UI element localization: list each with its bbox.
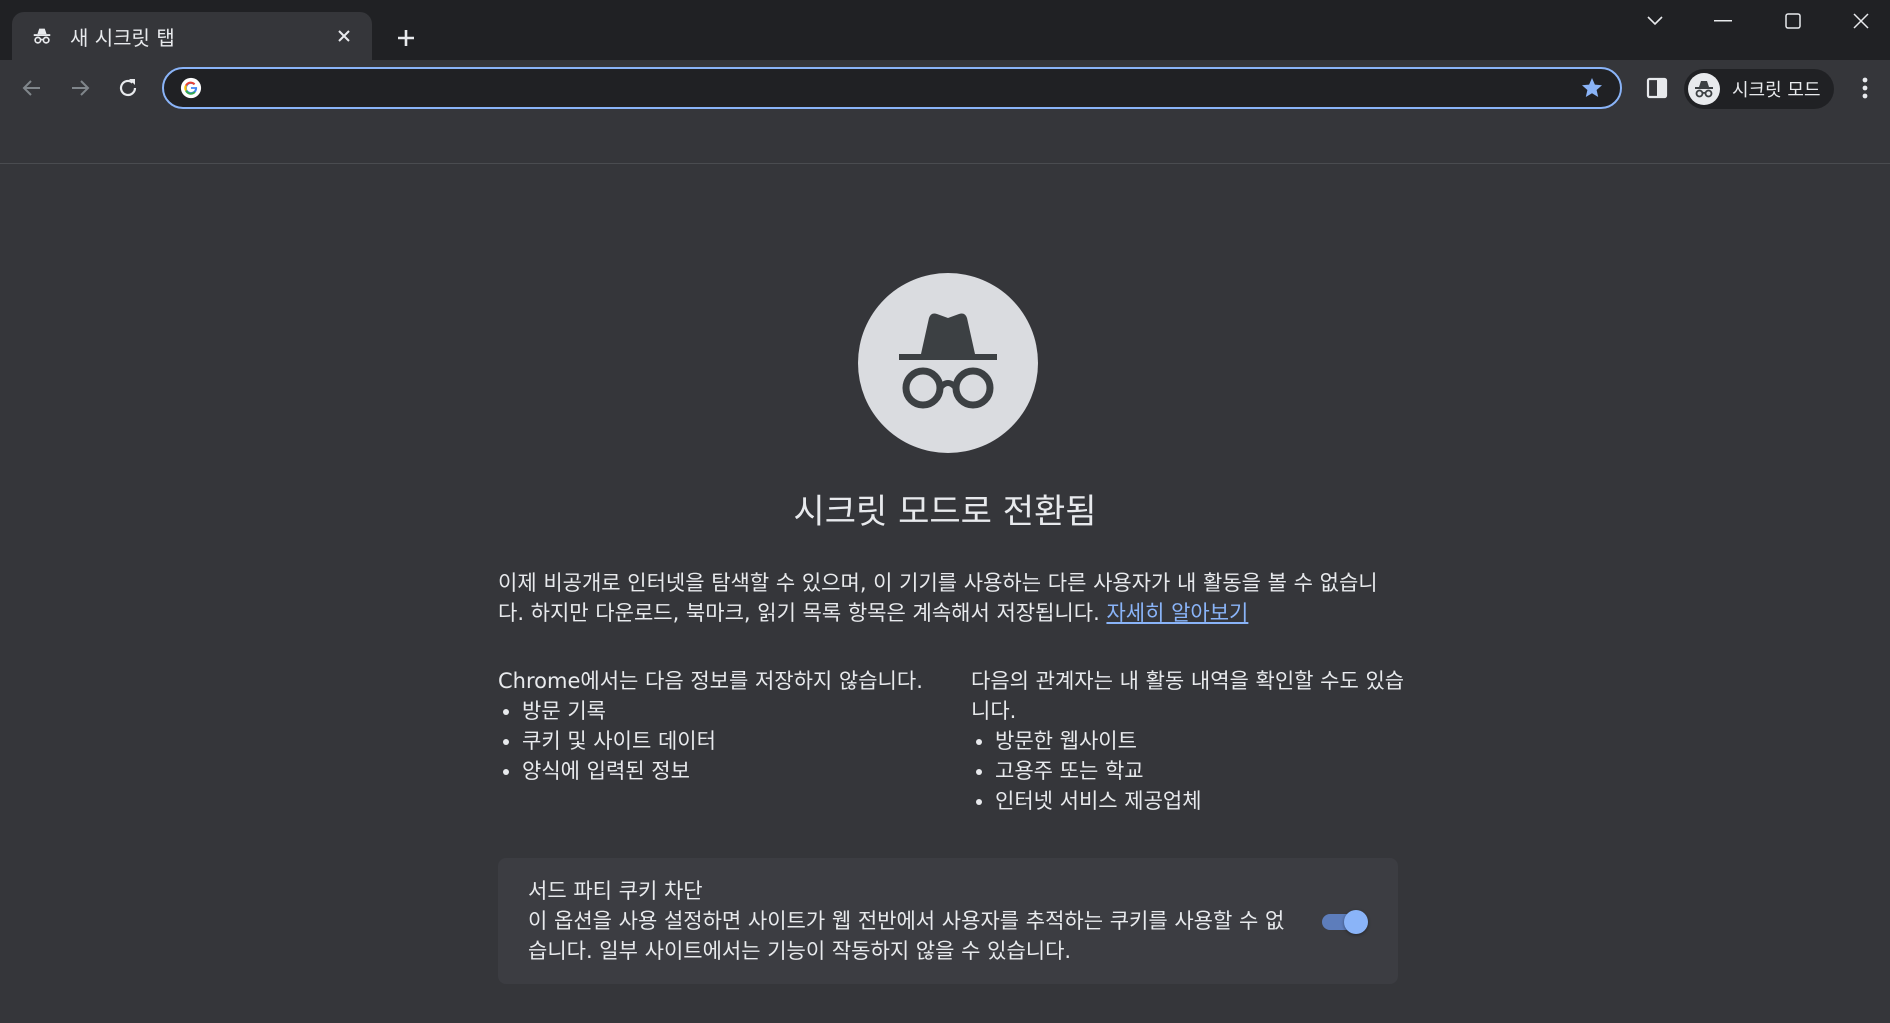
profile-label: 시크릿 모드	[1732, 80, 1821, 101]
list-item: 고용주 또는 학교	[995, 756, 1411, 786]
close-icon	[1853, 13, 1869, 29]
google-g-icon	[178, 75, 204, 101]
back-button[interactable]	[14, 70, 50, 106]
tab-search-button[interactable]	[1622, 0, 1688, 42]
reload-button[interactable]	[110, 70, 146, 106]
menu-button[interactable]	[1848, 71, 1882, 105]
list-item: 방문 기록	[522, 696, 938, 726]
cookie-card-description: 이 옵션을 사용 설정하면 사이트가 웹 전반에서 사용자를 추적하는 쿠키를 …	[528, 909, 1285, 963]
chevron-down-icon	[1647, 16, 1663, 26]
third-party-cookie-card: 서드 파티 쿠키 차단 이 옵션을 사용 설정하면 사이트가 웹 전반에서 사용…	[498, 858, 1398, 984]
cookie-card-title: 서드 파티 쿠키 차단	[528, 879, 703, 903]
omnibox-input[interactable]	[212, 70, 1578, 106]
side-panel-button[interactable]	[1640, 71, 1674, 105]
arrow-right-icon	[72, 80, 90, 96]
arrow-left-icon	[22, 80, 40, 96]
page-title: 시크릿 모드로 전환됨	[793, 492, 1097, 532]
incognito-icon	[899, 313, 997, 409]
toggle-knob	[1344, 910, 1368, 934]
plus-icon	[398, 30, 414, 46]
block-cookies-toggle[interactable]	[1320, 910, 1368, 934]
new-tab-button[interactable]	[388, 20, 424, 56]
incognito-icon	[30, 24, 54, 48]
address-bar[interactable]	[162, 67, 1622, 109]
list-item: 양식에 입력된 정보	[522, 756, 938, 786]
bookmark-star-icon[interactable]	[1578, 74, 1606, 102]
may-see-section: 다음의 관계자는 내 활동 내역을 확인할 수도 있습니다. 방문한 웹사이트 …	[971, 666, 1411, 816]
list-item: 인터넷 서비스 제공업체	[995, 786, 1411, 816]
may-see-heading: 다음의 관계자는 내 활동 내역을 확인할 수도 있습니다.	[971, 669, 1405, 723]
incognito-avatar-icon	[1688, 73, 1720, 105]
learn-more-link[interactable]: 자세히 알아보기	[1106, 601, 1248, 625]
not-saved-section: Chrome에서는 다음 정보를 저장하지 않습니다. 방문 기록 쿠키 및 사…	[498, 666, 938, 786]
not-saved-heading: Chrome에서는 다음 정보를 저장하지 않습니다.	[498, 669, 923, 693]
tab-title: 새 시크릿 탭	[70, 25, 175, 50]
incognito-logo	[858, 273, 1038, 453]
more-vert-icon	[1862, 77, 1868, 99]
tab-new-incognito[interactable]: 새 시크릿 탭	[12, 12, 372, 60]
side-panel-icon	[1646, 77, 1668, 99]
maximize-icon	[1785, 13, 1801, 29]
minimize-button[interactable]	[1690, 0, 1756, 42]
minimize-icon	[1714, 20, 1732, 22]
tab-strip: 새 시크릿 탭	[0, 0, 1890, 60]
may-see-list: 방문한 웹사이트 고용주 또는 학교 인터넷 서비스 제공업체	[971, 726, 1411, 816]
forward-button[interactable]	[62, 70, 98, 106]
close-icon[interactable]	[330, 22, 358, 50]
intro-text: 이제 비공개로 인터넷을 탐색할 수 있으며, 이 기기를 사용하는 다른 사용…	[498, 568, 1398, 628]
list-item: 방문한 웹사이트	[995, 726, 1411, 756]
close-window-button[interactable]	[1828, 0, 1890, 42]
profile-button[interactable]: 시크릿 모드	[1684, 69, 1834, 109]
list-item: 쿠키 및 사이트 데이터	[522, 726, 938, 756]
maximize-button[interactable]	[1760, 0, 1826, 42]
not-saved-list: 방문 기록 쿠키 및 사이트 데이터 양식에 입력된 정보	[498, 696, 938, 786]
reload-icon	[119, 79, 137, 97]
